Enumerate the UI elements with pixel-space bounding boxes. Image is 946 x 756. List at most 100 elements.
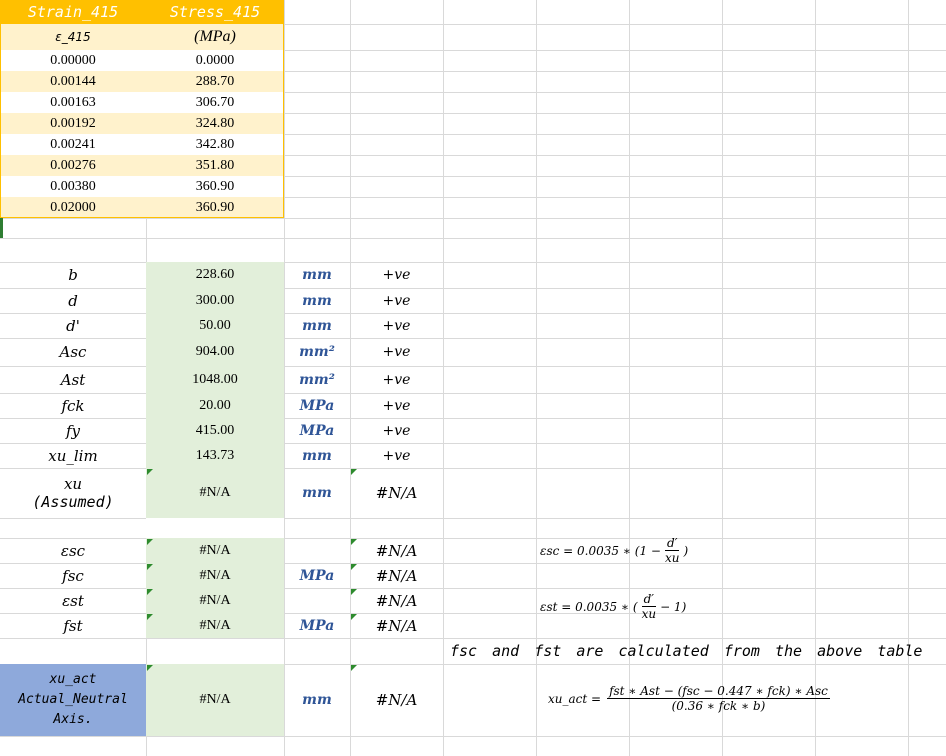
result-value[interactable]: #N/A [146,563,284,588]
result-check[interactable]: #N/A [350,588,443,613]
xu-act-value[interactable]: #N/A [146,664,284,736]
spacer-cell [146,518,284,538]
input-sign: +ve [382,292,411,309]
formula-est[interactable]: εst = 0.0035 ∗ ( d′ xu − 1) [540,592,686,621]
error-indicator [351,539,357,545]
stress-cell[interactable]: 306.70 [146,92,284,113]
result-check[interactable]: #N/A [350,563,443,588]
input-unit: MPa [299,422,335,439]
xu-act-check[interactable]: #N/A [350,664,443,736]
error-indicator [147,614,153,620]
formula-xu-num: fst ∗ Ast − (fsc − 0.447 ∗ fck) ∗ Asc [607,684,830,699]
result-unit [284,588,350,613]
result-check[interactable]: #N/A [350,613,443,638]
input-label: d' [66,316,80,335]
formula-est-tail: − 1) [660,599,687,614]
input-unit: MPa [299,397,335,414]
result-label: εst [62,591,84,610]
xu-act-unit: mm [302,692,332,708]
input-label: Ast [60,370,86,389]
input-value[interactable]: 143.73 [146,443,284,468]
input-sign: +ve [382,397,411,414]
result-label: εsc [60,541,86,560]
subheader-strain[interactable]: ε_415 [0,24,146,50]
error-indicator [147,665,153,671]
strain-cell[interactable]: 0.00000 [0,50,146,71]
input-sign: +ve [382,267,411,283]
input-label: xu_lim [48,446,98,465]
xu-label: xu [63,475,83,493]
formula-esc-tail: ) [683,543,689,558]
xu-assumed-check[interactable]: #N/A [350,468,443,518]
formula-esc[interactable]: εsc = 0.0035 ∗ (1 − d′ xu ) [540,536,688,565]
stress-cell[interactable]: 342.80 [146,134,284,155]
formula-esc-fraction: d′ xu [663,536,682,565]
error-indicator [351,614,357,620]
input-sign: +ve [382,344,411,360]
header-stress[interactable]: Stress_415 [146,0,284,24]
input-label: d [68,291,78,310]
input-value[interactable]: 228.60 [146,262,284,288]
stress-cell[interactable]: 324.80 [146,113,284,134]
formula-xu-fraction: fst ∗ Ast − (fsc − 0.447 ∗ fck) ∗ Asc (0… [607,684,830,713]
stress-cell[interactable]: 288.70 [146,71,284,92]
error-indicator [351,469,357,475]
input-value[interactable]: 415.00 [146,418,284,443]
result-unit [284,538,350,563]
input-value[interactable]: 20.00 [146,393,284,418]
error-indicator [351,589,357,595]
input-value[interactable]: 300.00 [146,288,284,313]
xu-act-line3: Axis. [53,712,93,727]
result-check[interactable]: #N/A [350,538,443,563]
input-unit: mm [302,267,332,283]
formula-xu-den: (0.36 ∗ fck ∗ b) [671,699,766,713]
xu-assumed-label: xu (Assumed) [0,468,146,518]
input-sign: +ve [382,447,411,464]
strain-cell[interactable]: 0.00276 [0,155,146,176]
input-value[interactable]: 50.00 [146,313,284,338]
result-unit: MPa [299,617,335,634]
formula-est-fraction: d′ xu [640,592,659,621]
input-value[interactable]: 1048.00 [146,366,284,393]
result-value[interactable]: #N/A [146,613,284,638]
input-unit: mm [302,317,332,334]
result-value[interactable]: #N/A [146,588,284,613]
xu-act-line2: Actual_Neutral [18,692,128,707]
strain-cell[interactable]: 0.00192 [0,113,146,134]
result-label: fsc [62,566,84,585]
error-indicator [147,539,153,545]
strain-cell[interactable]: 0.02000 [0,197,146,218]
assumed-label: (Assumed) [32,493,114,511]
stress-cell[interactable]: 360.90 [146,176,284,197]
xu-assumed-value[interactable]: #N/A [146,468,284,518]
error-indicator [351,665,357,671]
xu-act-line1: xu_act [49,672,97,687]
strain-cell[interactable]: 0.00144 [0,71,146,92]
input-unit: mm [302,447,332,464]
input-label: Asc [59,343,87,361]
input-unit: mm² [299,371,335,388]
xu-act-label: xu_act Actual_Neutral Axis. [0,664,146,736]
strain-cell[interactable]: 0.00163 [0,92,146,113]
stress-cell[interactable]: 360.90 [146,197,284,218]
xu-assumed-unit: mm [302,485,332,501]
result-value[interactable]: #N/A [146,538,284,563]
input-label: b [68,266,78,284]
error-indicator [147,589,153,595]
stress-cell[interactable]: 351.80 [146,155,284,176]
strain-cell[interactable]: 0.00380 [0,176,146,197]
formula-esc-num: d′ [665,536,680,551]
subheader-stress[interactable]: (MPa) [146,24,284,50]
input-label: fy [65,421,81,440]
formula-est-den: xu [641,607,657,621]
stress-cell[interactable]: 0.0000 [146,50,284,71]
input-unit: mm [302,292,332,309]
formula-xu-act[interactable]: xu_act = fst ∗ Ast − (fsc − 0.447 ∗ fck)… [548,684,832,713]
input-sign: +ve [382,317,411,334]
formula-esc-den: xu [664,551,680,565]
header-strain[interactable]: Strain_415 [0,0,146,24]
input-value[interactable]: 904.00 [146,338,284,366]
strain-cell[interactable]: 0.00241 [0,134,146,155]
formula-esc-lhs: εsc = 0.0035 ∗ (1 − [540,543,661,558]
formula-est-num: d′ [641,592,657,607]
